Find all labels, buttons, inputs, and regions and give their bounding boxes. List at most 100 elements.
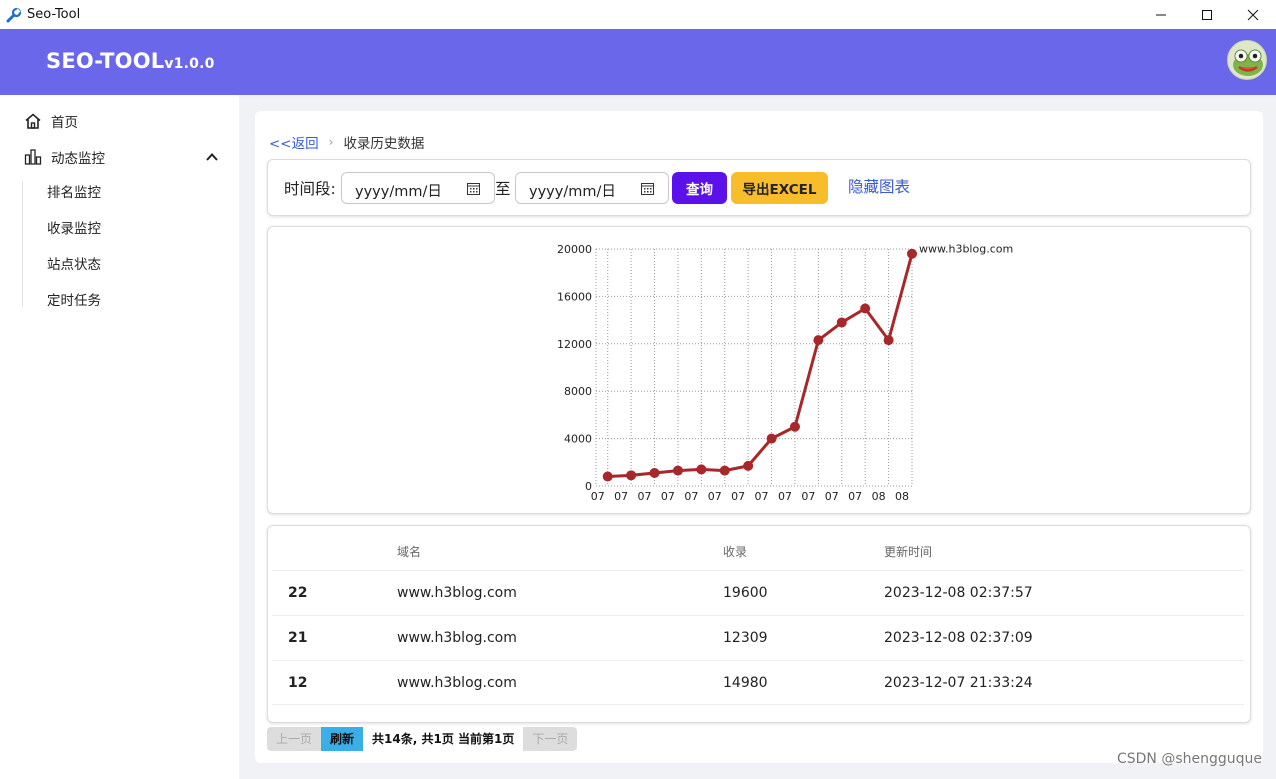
start-date-input[interactable]: yyyy/mm/日	[341, 172, 495, 204]
prev-page-button[interactable]: 上一页	[267, 727, 322, 751]
brand-version: v1.0.0	[164, 56, 215, 72]
breadcrumb-separator-icon: ›	[328, 135, 334, 149]
x-tick-label: 07	[614, 490, 628, 503]
row-time: 2023-12-07 21:33:24	[884, 675, 1033, 691]
row-count: 14980	[723, 675, 768, 691]
calendar-icon[interactable]	[467, 182, 480, 195]
sidebar-item-home[interactable]: 首页	[0, 106, 239, 136]
data-point	[907, 248, 917, 259]
data-point	[743, 460, 754, 471]
home-icon	[25, 113, 41, 129]
line-chart: 04000800012000160002000007 07 07 07 07 07 07 07…	[557, 243, 1013, 503]
row-count: 12309	[723, 630, 768, 646]
hide-chart-link[interactable]: 隐藏图表	[848, 175, 910, 197]
column-header-domain: 域名	[397, 545, 422, 559]
page-info: 共14条, 共1页 当前第1页	[363, 727, 524, 751]
export-excel-button[interactable]: 导出EXCEL	[731, 172, 828, 204]
y-tick-label: 16000	[557, 290, 592, 303]
sidebar-subitem-status[interactable]: 站点状态	[47, 254, 101, 276]
minimize-icon	[1156, 14, 1166, 15]
x-tick-label: 07	[801, 490, 815, 503]
sidebar: 首页 动态监控 排名监控 收录监控 站点状态 定时任务	[0, 95, 239, 779]
frog-avatar-icon	[1233, 49, 1263, 76]
to-label: 至	[495, 180, 511, 198]
data-point	[649, 467, 660, 478]
maximize-icon	[1202, 9, 1212, 20]
x-tick-label: 07	[684, 490, 698, 503]
sidebar-subitem-index[interactable]: 收录监控	[47, 218, 101, 240]
submenu-divider	[22, 181, 23, 307]
end-date-input[interactable]: yyyy/mm/日	[515, 172, 669, 204]
x-tick-label: 07	[638, 490, 652, 503]
refresh-button[interactable]: 刷新	[321, 727, 364, 751]
x-tick-label: 08	[872, 490, 886, 503]
column-header-time: 更新时间	[884, 545, 933, 559]
table-row[interactable]: 21 www.h3blog.com 12309 2023-12-08 02:37…	[272, 615, 1244, 660]
chart-icon	[24, 149, 42, 165]
y-tick-label: 8000	[564, 385, 592, 398]
sidebar-item-label: 动态监控	[51, 151, 105, 167]
window-title: Seo-Tool	[27, 7, 81, 22]
x-tick-label: 07	[755, 490, 769, 503]
row-domain: www.h3blog.com	[397, 630, 517, 646]
next-page-button[interactable]: 下一页	[523, 727, 578, 751]
row-id: 22	[288, 585, 308, 601]
close-icon	[1247, 9, 1259, 20]
data-point	[883, 335, 894, 346]
sidebar-item-label: 首页	[51, 115, 78, 131]
sidebar-item-monitor[interactable]: 动态监控	[0, 142, 239, 172]
row-id: 21	[288, 630, 308, 646]
title-bar: Seo-Tool	[0, 0, 1276, 29]
sidebar-subitem-rank[interactable]: 排名监控	[47, 182, 101, 204]
query-button[interactable]: 查询	[672, 172, 727, 204]
wrench-icon	[6, 7, 22, 22]
back-link[interactable]: <<返回	[269, 132, 319, 152]
end-date-placeholder: yyyy/mm/日	[529, 184, 616, 200]
avatar[interactable]	[1227, 40, 1267, 80]
minimize-button[interactable]	[1138, 0, 1184, 29]
row-time: 2023-12-08 02:37:57	[884, 585, 1033, 601]
brand-name: SEO-TOOL	[46, 49, 165, 73]
x-tick-label: 08	[895, 490, 909, 503]
y-tick-label: 4000	[564, 433, 592, 446]
chevron-up-icon[interactable]	[205, 150, 219, 164]
data-point	[626, 470, 637, 481]
row-time: 2023-12-08 02:37:09	[884, 630, 1033, 646]
sidebar-subitem-tasks[interactable]: 定时任务	[47, 290, 101, 312]
data-point	[672, 465, 683, 476]
x-tick-label: 07	[848, 490, 862, 503]
app-header: SEO-TOOLv1.0.0	[0, 29, 1276, 95]
data-point	[602, 471, 613, 482]
x-tick-label: 07	[591, 490, 605, 503]
row-count: 19600	[723, 585, 768, 601]
pagination: 上一页 刷新 共14条, 共1页 当前第1页 下一页	[267, 727, 578, 751]
row-domain: www.h3blog.com	[397, 675, 517, 691]
x-tick-label: 07	[825, 490, 839, 503]
table-row[interactable]: 12 www.h3blog.com 14980 2023-12-07 21:33…	[272, 660, 1244, 705]
time-range-label: 时间段:	[284, 180, 336, 198]
chart-panel: 0 4000 8000 12000 16000 20000 07 07 07 07 07 07 07 07…	[267, 226, 1251, 514]
row-domain: www.h3blog.com	[397, 585, 517, 601]
data-table: 域名 收录 更新时间 22 www.h3blog.com 19600 2023-…	[267, 525, 1251, 723]
close-button[interactable]	[1230, 0, 1276, 29]
y-tick-label: 20000	[557, 243, 592, 256]
y-tick-label: 12000	[557, 338, 592, 351]
calendar-icon[interactable]	[641, 182, 654, 195]
data-point	[836, 317, 847, 328]
x-tick-label: 07	[708, 490, 722, 503]
maximize-button[interactable]	[1184, 0, 1230, 29]
data-point	[766, 433, 777, 444]
table-row[interactable]: 22 www.h3blog.com 19600 2023-12-08 02:37…	[272, 570, 1244, 615]
breadcrumb: <<返回 › 收录历史数据	[269, 132, 424, 152]
main-content: <<返回 › 收录历史数据 时间段: yyyy/mm/日 至 yyyy/mm/日	[255, 111, 1263, 763]
data-point	[813, 335, 824, 346]
filter-panel: 时间段: yyyy/mm/日 至 yyyy/mm/日 查询 导出EXCEL 隐藏…	[267, 159, 1251, 216]
column-header-count: 收录	[723, 545, 748, 559]
x-tick-label: 07	[778, 490, 792, 503]
series-line	[607, 253, 914, 479]
row-id: 12	[288, 675, 308, 691]
page-title: 收录历史数据	[343, 136, 425, 152]
start-date-placeholder: yyyy/mm/日	[355, 184, 442, 200]
brand-logo: SEO-TOOLv1.0.0	[46, 49, 215, 73]
x-tick-label: 07	[731, 490, 745, 503]
